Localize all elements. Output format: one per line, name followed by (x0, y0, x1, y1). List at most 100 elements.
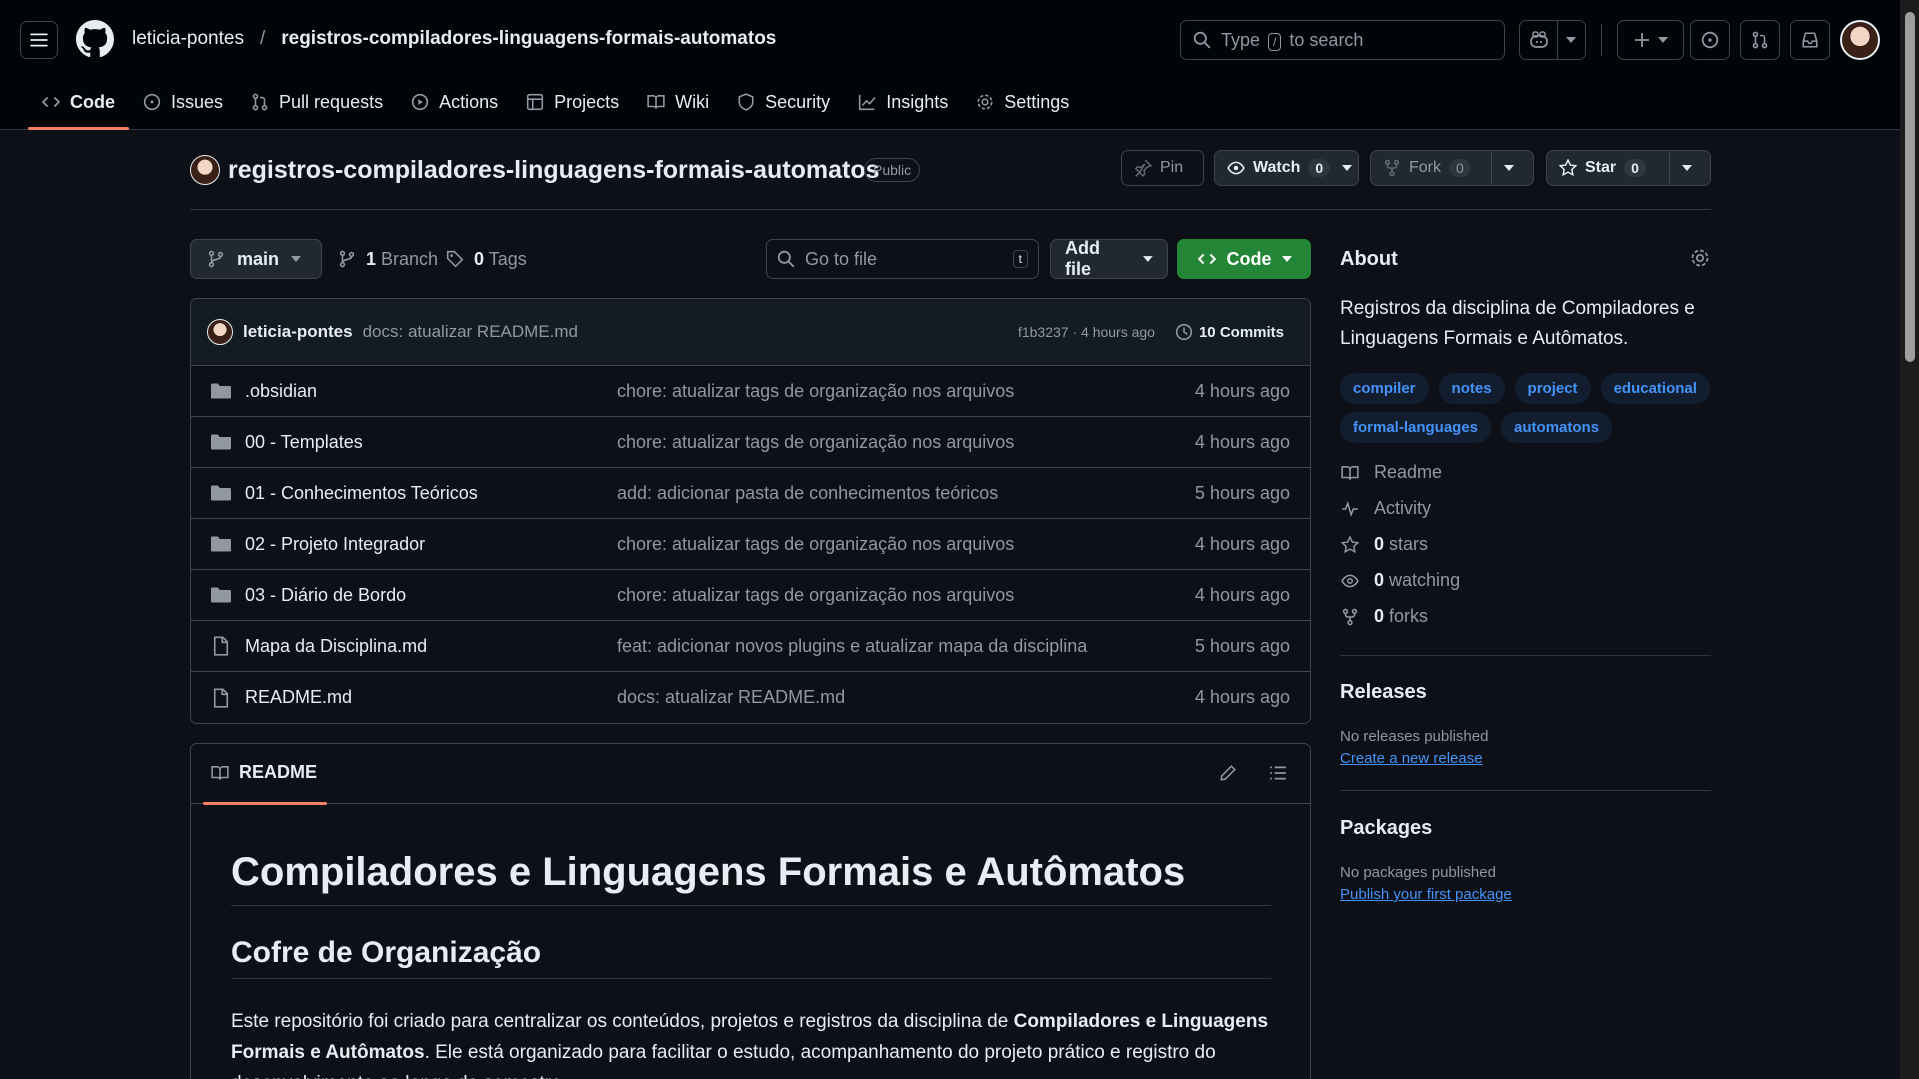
topic-tag[interactable]: notes (1438, 373, 1505, 404)
chevron-down-icon (1657, 37, 1668, 43)
readme-tab[interactable]: README (202, 762, 328, 805)
tab-settings[interactable]: Settings (962, 88, 1083, 116)
menu-button[interactable] (20, 21, 58, 59)
add-file-button[interactable]: Add file (1050, 238, 1168, 279)
sidebar-divider (1340, 655, 1711, 656)
topic-list: compiler notes project educational formal-la… (1340, 373, 1720, 443)
repo-link[interactable]: registros-compiladores-linguagens-formai… (281, 28, 776, 50)
repo-nav-tabs: Code Issues Pull requests Actions Projec… (28, 88, 1083, 130)
copilot-button[interactable] (1519, 20, 1586, 60)
watch-dropdown[interactable] (1342, 151, 1364, 185)
topic-tag[interactable]: project (1514, 373, 1591, 404)
publish-package-link[interactable]: Publish your first package (1340, 886, 1512, 903)
activity-link[interactable]: Activity (1340, 498, 1460, 518)
file-name-link[interactable]: 02 - Projeto Integrador (245, 534, 425, 555)
file-name-link[interactable]: Mapa da Disciplina.md (245, 636, 427, 657)
star-dropdown[interactable] (1669, 151, 1704, 185)
releases-heading[interactable]: Releases (1340, 681, 1427, 704)
tag-icon (446, 250, 464, 268)
file-name-cell: Mapa da Disciplina.md (211, 636, 617, 657)
file-commit-message[interactable]: chore: atualizar tags de organização nos… (617, 432, 1195, 453)
file-row: Mapa da Disciplina.md feat: adicionar nov… (191, 621, 1310, 672)
eye-icon (1227, 161, 1245, 175)
repo-title[interactable]: registros-compiladores-linguagens-formai… (228, 156, 880, 185)
readme-link[interactable]: Readme (1340, 462, 1460, 482)
tab-label: Actions (439, 91, 499, 112)
stars-link[interactable]: 0 stars (1340, 534, 1460, 554)
go-to-file-input[interactable]: Go to file t (766, 239, 1039, 279)
pull-requests-shortcut-button[interactable] (1740, 20, 1780, 60)
stars-count: 0 (1374, 534, 1385, 554)
watch-button[interactable]: Watch 0 (1214, 150, 1359, 186)
search-prefix: Type (1221, 29, 1261, 50)
topic-tag[interactable]: educational (1600, 373, 1710, 404)
repo-meta-list: Readme Activity 0 stars 0 watching 0 for… (1340, 462, 1461, 626)
packages-heading[interactable]: Packages (1340, 817, 1432, 840)
edit-about-button[interactable] (1690, 248, 1710, 268)
file-commit-message[interactable]: chore: atualizar tags de organização nos… (617, 534, 1195, 555)
file-row: 02 - Projeto Integrador chore: atualizar … (191, 519, 1310, 570)
file-commit-message[interactable]: add: adicionar pasta de conhecimentos te… (617, 483, 1195, 504)
tab-code[interactable]: Code (28, 88, 129, 130)
commit-message[interactable]: docs: atualizar README.md (363, 322, 578, 342)
create-new-button[interactable] (1617, 20, 1684, 60)
repo-title-row: registros-compiladores-linguagens-formai… (190, 150, 1711, 210)
chevron-down-icon (1281, 256, 1292, 262)
file-icon (213, 636, 229, 656)
file-name-link[interactable]: 01 - Conhecimentos Teóricos (245, 483, 478, 504)
file-name-link[interactable]: README.md (245, 687, 352, 708)
fork-count: 0 (1449, 159, 1471, 177)
tag-count: 0 (474, 248, 485, 269)
topic-tag[interactable]: automatons (1501, 412, 1613, 443)
commit-author[interactable]: leticia-pontes (243, 322, 353, 342)
file-commit-message[interactable]: chore: atualizar tags de organização nos… (617, 585, 1195, 606)
owner-link[interactable]: leticia-pontes (132, 28, 244, 50)
fork-dropdown[interactable] (1491, 151, 1526, 185)
code-button[interactable]: Code (1177, 239, 1311, 279)
tab-issues[interactable]: Issues (129, 88, 237, 116)
tab-projects[interactable]: Projects (512, 88, 633, 116)
topic-tag[interactable]: formal-languages (1340, 412, 1492, 443)
file-commit-message[interactable]: chore: atualizar tags de organização nos… (617, 381, 1195, 402)
tab-wiki[interactable]: Wiki (633, 88, 723, 116)
latest-commit-row: leticia-pontes docs: atualizar README.md… (191, 299, 1310, 366)
pin-button[interactable]: Pin (1121, 150, 1204, 186)
forks-count: 0 (1374, 606, 1385, 626)
commit-hash-time[interactable]: f1b3237 · 4 hours ago (1018, 324, 1155, 340)
readme-header: README (191, 744, 1310, 805)
tab-insights[interactable]: Insights (844, 88, 962, 116)
commits-link[interactable]: 10 Commits (1175, 323, 1284, 341)
branch-selector[interactable]: main (190, 239, 322, 279)
watching-label: watching (1389, 570, 1461, 590)
github-logo-icon[interactable] (76, 20, 114, 58)
fork-button[interactable]: Fork 0 (1370, 150, 1534, 186)
tab-label: Settings (1004, 91, 1070, 112)
inbox-button[interactable] (1790, 20, 1830, 60)
commit-author-avatar[interactable] (207, 319, 233, 345)
file-name-link[interactable]: .obsidian (245, 381, 317, 402)
create-release-link[interactable]: Create a new release (1340, 750, 1483, 767)
file-commit-message[interactable]: feat: adicionar novos plugins e atualiza… (617, 636, 1195, 657)
tab-security[interactable]: Security (723, 88, 844, 116)
file-name-link[interactable]: 00 - Templates (245, 432, 363, 453)
tab-pull-requests[interactable]: Pull requests (237, 88, 397, 116)
watching-link[interactable]: 0 watching (1340, 570, 1461, 590)
branches-link[interactable]: 1 Branch (338, 239, 438, 279)
tab-actions[interactable]: Actions (397, 88, 512, 116)
chevron-down-icon (1143, 256, 1153, 262)
file-name-link[interactable]: 03 - Diário de Bordo (245, 585, 406, 606)
user-avatar[interactable] (1840, 20, 1880, 60)
file-commit-message[interactable]: docs: atualizar README.md (617, 687, 1195, 708)
forks-link[interactable]: 0 forks (1340, 606, 1460, 626)
edit-readme-button[interactable] (1219, 764, 1237, 782)
plus-icon (1634, 33, 1649, 47)
file-table: leticia-pontes docs: atualizar README.md… (190, 298, 1311, 724)
star-label: Star (1585, 159, 1617, 176)
outline-button[interactable] (1268, 764, 1288, 782)
topic-tag[interactable]: compiler (1340, 373, 1429, 404)
issues-shortcut-button[interactable] (1690, 20, 1730, 60)
tags-link[interactable]: 0 Tags (446, 239, 527, 279)
search-input[interactable]: Type / to search (1180, 20, 1505, 60)
star-button[interactable]: Star 0 (1546, 150, 1711, 186)
scrollbar-thumb[interactable] (1905, 12, 1915, 362)
